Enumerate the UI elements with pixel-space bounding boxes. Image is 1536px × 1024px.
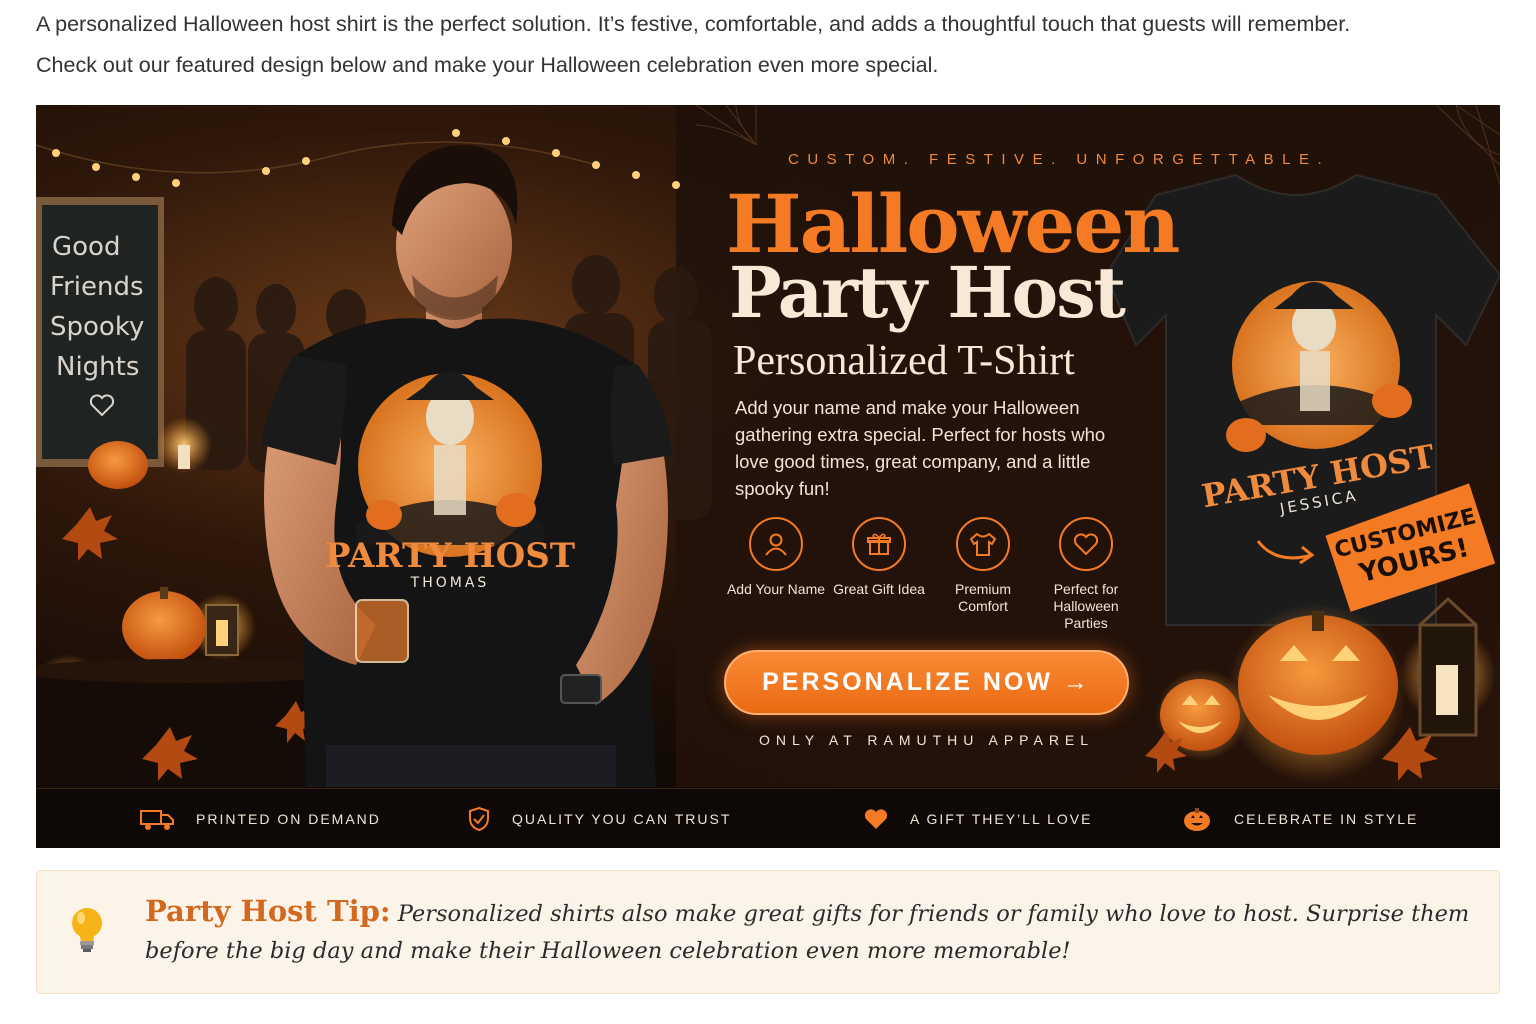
tshirt-icon: [956, 517, 1010, 571]
feature-label: Premium Comfort: [954, 581, 1011, 614]
chalkboard-line-4: Nights: [56, 352, 139, 382]
promo-banner[interactable]: Good Friends Spooky Nights PARTY HOST TH…: [36, 105, 1500, 848]
chalkboard-line-2: Friends: [50, 272, 144, 302]
feature-label: Add Your Name: [726, 581, 826, 597]
pumpkin-left-1: [88, 441, 148, 489]
banner-tagline: CUSTOM. FESTIVE. UNFORGETTABLE.: [788, 151, 1331, 168]
benefit-printed-on-demand: PRINTED ON DEMAND: [140, 789, 381, 848]
chalkboard-line-3: Spooky: [50, 312, 144, 342]
benefit-label: QUALITY YOU CAN TRUST: [512, 811, 732, 827]
feature-premium-comfort: Premium Comfort: [933, 517, 1033, 615]
benefit-celebrate: CELEBRATE IN STYLE: [1182, 789, 1418, 848]
pumpkin-icon: [1184, 808, 1210, 831]
benefits-strip: PRINTED ON DEMAND QUALITY YOU CAN TRUST …: [36, 788, 1500, 848]
shield-check-icon: [469, 806, 489, 832]
pumpkin-left-2: [122, 591, 206, 663]
chalkboard-line-1: Good: [52, 232, 120, 262]
benefit-gift: A GIFT THEY’LL LOVE: [864, 789, 1092, 848]
benefit-label: CELEBRATE IN STYLE: [1234, 811, 1419, 827]
benefit-quality: QUALITY YOU CAN TRUST: [468, 789, 731, 848]
lightbulb-icon: [72, 908, 102, 952]
user-icon: [749, 517, 803, 571]
feature-add-your-name: Add Your Name: [726, 517, 826, 598]
feature-label: Great Gift Idea: [833, 581, 925, 597]
feature-label: Perfect for Halloween Parties: [1053, 581, 1119, 631]
headline-personalized-tshirt: Personalized T-Shirt: [733, 338, 1075, 384]
model-shirt-title: PARTY HOST: [325, 536, 575, 576]
model-shirt-name: THOMAS: [410, 575, 490, 591]
tip-text: Party Host Tip: Personalized shirts also…: [145, 893, 1475, 970]
gift-icon: [852, 517, 906, 571]
jack-o-lantern-large: [1226, 603, 1406, 783]
only-at-store: ONLY AT RAMUTHU APPAREL: [758, 732, 1095, 748]
personalize-now-button[interactable]: PERSONALIZE NOW →: [724, 650, 1129, 715]
intro-line-1: A personalized Halloween host shirt is t…: [36, 12, 1351, 36]
feature-halloween-parties: Perfect for Halloween Parties: [1036, 517, 1136, 632]
intro-paragraph: A personalized Halloween host shirt is t…: [36, 4, 1496, 86]
feature-list: Add Your Name Great Gift Idea Premium Co…: [726, 517, 1156, 637]
heart-icon: [864, 809, 888, 829]
heart-icon: [1059, 517, 1113, 571]
banner-description: Add your name and make your Halloween ga…: [735, 397, 1106, 499]
feature-gift-idea: Great Gift Idea: [829, 517, 929, 598]
truck-icon: [140, 810, 174, 830]
benefit-label: PRINTED ON DEMAND: [196, 811, 381, 827]
intro-line-2: Check out our featured design below and …: [36, 53, 939, 77]
benefit-label: A GIFT THEY’LL LOVE: [910, 811, 1093, 827]
headline-party-host: Party Host: [729, 251, 1126, 334]
tip-title: Party Host Tip:: [145, 894, 391, 928]
party-host-tip: Party Host Tip: Personalized shirts also…: [36, 870, 1500, 994]
